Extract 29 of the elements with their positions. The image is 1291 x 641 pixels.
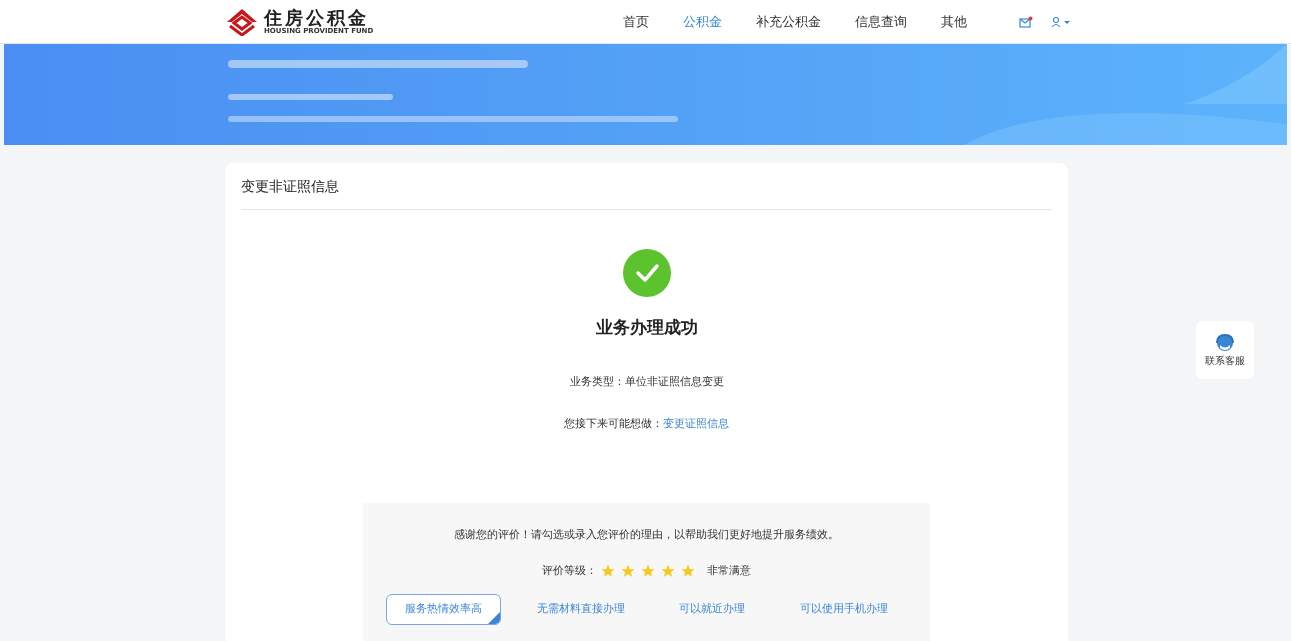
logo-icon — [226, 7, 258, 36]
business-type-text: 业务类型：单位非证照信息变更 — [569, 373, 724, 390]
reason-tag[interactable]: 可以就近办理 — [660, 593, 765, 625]
nav-link[interactable]: 其他 — [941, 11, 967, 32]
nav-link[interactable]: 公积金 — [683, 11, 722, 32]
rating-verdict: 非常满意 — [707, 563, 751, 579]
headset-icon — [1214, 332, 1236, 353]
logo-title: 住房公积金 — [264, 8, 370, 27]
reason-tag[interactable]: 可以使用手机办理 — [780, 593, 907, 625]
star-icon[interactable] — [601, 564, 615, 579]
success-check-icon — [622, 249, 671, 297]
star-icon[interactable] — [681, 564, 695, 579]
result-title: 业务办理成功 — [595, 316, 698, 339]
user-icon[interactable] — [1051, 15, 1071, 28]
reason-tag[interactable]: 服务热情效率高 — [386, 593, 501, 625]
nav-link[interactable]: 首页 — [623, 11, 649, 32]
rating-prompt: 感谢您的评价！请勾选或录入您评价的理由，以帮助我们更好地提升服务绩效。 — [454, 526, 839, 543]
reason-tag[interactable]: 无需材料直接办理 — [517, 593, 644, 625]
card-title: 变更非证照信息 — [241, 163, 1052, 210]
rating-label: 评价等级： — [542, 563, 597, 579]
star-icon[interactable] — [661, 564, 675, 579]
customer-service-button[interactable]: 联系客服 — [1196, 321, 1254, 379]
star-icon[interactable] — [641, 564, 655, 579]
nav-link[interactable]: 补充公积金 — [756, 11, 821, 32]
mail-icon[interactable] — [1019, 15, 1033, 28]
nav-link[interactable]: 信息查询 — [855, 11, 907, 32]
next-step-label: 您接下来可能想做： — [564, 416, 663, 432]
star-icon[interactable] — [621, 564, 635, 579]
change-license-link[interactable]: 变更证照信息 — [663, 416, 729, 433]
